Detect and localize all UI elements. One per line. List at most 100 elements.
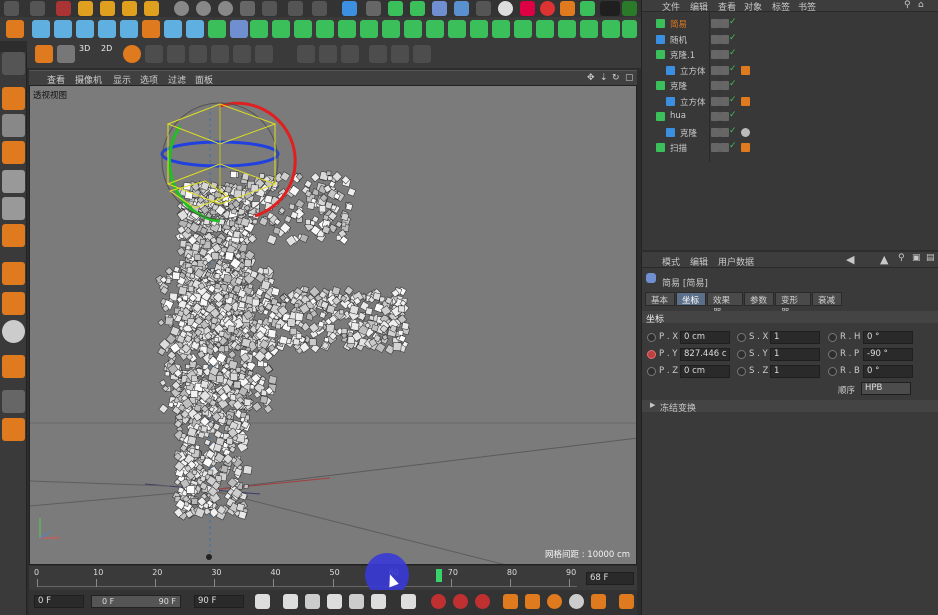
autokey-icon[interactable] bbox=[453, 594, 468, 609]
sx-keyframe-radio[interactable] bbox=[737, 333, 746, 342]
home-icon[interactable]: ⌂ bbox=[918, 0, 924, 10]
effector-sound-icon[interactable] bbox=[338, 20, 356, 38]
enabled-check-icon[interactable]: ✓ bbox=[729, 95, 738, 105]
render-view-icon[interactable] bbox=[262, 1, 277, 16]
pz-field[interactable]: 0 cm bbox=[680, 365, 730, 378]
visibility-toggle-icon[interactable] bbox=[711, 50, 720, 59]
plugin-icon[interactable] bbox=[580, 1, 595, 16]
render-toggle-icon[interactable] bbox=[720, 19, 729, 28]
attr-tab[interactable]: 衰减 bbox=[812, 292, 842, 306]
render-picture-icon[interactable] bbox=[288, 1, 303, 16]
visibility-toggle-icon[interactable] bbox=[711, 112, 720, 121]
attr-tab[interactable]: 坐标 bbox=[676, 292, 706, 306]
workplane-icon[interactable] bbox=[2, 141, 25, 164]
snap-2d-label[interactable]: 2D bbox=[101, 44, 112, 53]
timeline-ruler[interactable]: 0102030405060708090 68 F bbox=[29, 553, 637, 597]
solo-mode-icon[interactable] bbox=[2, 320, 25, 343]
key-point-level-icon[interactable] bbox=[591, 594, 606, 609]
tweak-mode-icon[interactable] bbox=[2, 292, 25, 315]
tp-plugin-icon[interactable] bbox=[622, 1, 637, 16]
attr-menu-user-data[interactable]: 用户数据 bbox=[718, 255, 754, 268]
undo-icon[interactable] bbox=[4, 1, 19, 16]
snap-option-11-icon[interactable] bbox=[391, 45, 409, 63]
effector-volume-icon[interactable] bbox=[382, 20, 400, 38]
snap-option-12-icon[interactable] bbox=[413, 45, 431, 63]
enabled-check-icon[interactable]: ✓ bbox=[729, 141, 738, 151]
object-row[interactable]: 简易 ✓ bbox=[642, 16, 938, 31]
enabled-check-icon[interactable]: ✓ bbox=[729, 79, 738, 89]
sy-field[interactable]: 1 bbox=[770, 348, 820, 361]
render-toggle-icon[interactable] bbox=[720, 96, 729, 106]
effector-step-icon[interactable] bbox=[208, 20, 226, 38]
floor-icon[interactable] bbox=[454, 1, 469, 16]
rh-field[interactable]: 0 ° bbox=[863, 331, 913, 344]
magnet-snap-icon[interactable] bbox=[35, 45, 53, 63]
nurbs-icon[interactable] bbox=[388, 1, 403, 16]
move-icon[interactable] bbox=[78, 1, 93, 16]
mograph-voronoi-icon[interactable] bbox=[98, 20, 116, 38]
points-mode-icon[interactable] bbox=[2, 170, 25, 193]
object-row[interactable]: hua ✓ bbox=[642, 109, 938, 124]
enabled-check-icon[interactable]: ✓ bbox=[729, 33, 738, 43]
object-row[interactable]: 扫描 ✓ bbox=[642, 140, 938, 155]
tfd-plugin-icon[interactable] bbox=[600, 1, 620, 16]
key-parameter-icon[interactable] bbox=[569, 594, 584, 609]
mograph-fracture-icon[interactable] bbox=[76, 20, 94, 38]
viewport-rotate-icon[interactable]: ↻ bbox=[612, 73, 620, 83]
effector-formula-icon[interactable] bbox=[272, 20, 290, 38]
enabled-check-icon[interactable]: ✓ bbox=[729, 48, 738, 58]
visibility-toggle-icon[interactable] bbox=[711, 96, 720, 106]
field-torus-icon[interactable] bbox=[514, 20, 532, 38]
rotation-order-dropdown[interactable]: HPB bbox=[861, 382, 911, 395]
sx-field[interactable]: 1 bbox=[770, 331, 820, 344]
effector-shader-icon[interactable] bbox=[164, 20, 182, 38]
previous-frame-icon[interactable] bbox=[305, 594, 320, 609]
start-frame-field[interactable]: 0 F bbox=[34, 595, 84, 608]
render-toggle-icon[interactable] bbox=[720, 112, 729, 121]
timeline-window-icon[interactable] bbox=[619, 594, 634, 609]
edges-mode-icon[interactable] bbox=[2, 197, 25, 220]
object-row[interactable]: 克隆 ✓ bbox=[642, 78, 938, 93]
visibility-toggle-icon[interactable] bbox=[711, 81, 720, 90]
new-window-icon[interactable]: ▤ bbox=[926, 253, 935, 263]
om-menu-edit[interactable]: 编辑 bbox=[690, 0, 708, 13]
z-axis-icon[interactable] bbox=[218, 1, 233, 16]
snap-option-5-icon[interactable] bbox=[233, 45, 251, 63]
object-row[interactable]: 克隆 ✓ bbox=[642, 125, 938, 140]
field-box-icon[interactable] bbox=[448, 20, 466, 38]
mograph-cloner-icon[interactable] bbox=[32, 20, 50, 38]
back-arrow-icon[interactable]: ◀ bbox=[846, 253, 854, 266]
visibility-toggle-icon[interactable] bbox=[711, 143, 720, 152]
viewport-maximize-icon[interactable]: ▢ bbox=[625, 73, 634, 83]
render-toggle-icon[interactable] bbox=[720, 127, 729, 137]
script-icon[interactable] bbox=[560, 1, 575, 16]
object-row[interactable]: 克隆.1 ✓ bbox=[642, 47, 938, 62]
visibility-toggle-icon[interactable] bbox=[711, 34, 720, 44]
attr-tab[interactable]: 效果器 bbox=[707, 292, 743, 318]
snap-3d-label[interactable]: 3D bbox=[79, 44, 90, 53]
end-frame-field[interactable]: 90 F bbox=[194, 595, 244, 608]
rb-field[interactable]: 0 ° bbox=[863, 365, 913, 378]
rp-field[interactable]: -90 ° bbox=[863, 348, 913, 361]
sy-keyframe-radio[interactable] bbox=[737, 350, 746, 359]
lock-workplane-icon[interactable] bbox=[2, 390, 25, 413]
x-axis-icon[interactable] bbox=[174, 1, 189, 16]
object-row[interactable]: 立方体 ✓ bbox=[642, 94, 938, 109]
rb-keyframe-radio[interactable] bbox=[828, 367, 837, 376]
snap-option-8-icon[interactable] bbox=[319, 45, 337, 63]
key-rotation-icon[interactable] bbox=[547, 594, 562, 609]
field-shader-icon[interactable] bbox=[580, 20, 598, 38]
spline-icon[interactable] bbox=[366, 1, 381, 16]
py-keyframe-radio[interactable] bbox=[647, 350, 656, 359]
render-toggle-icon[interactable] bbox=[720, 143, 729, 152]
om-menu-file[interactable]: 文件 bbox=[662, 0, 680, 13]
snap-option-3-icon[interactable] bbox=[189, 45, 207, 63]
texture-mode-icon[interactable] bbox=[2, 114, 25, 137]
pause-icon[interactable] bbox=[327, 594, 342, 609]
material-tag-icon[interactable] bbox=[741, 143, 750, 152]
sz-field[interactable]: 1 bbox=[770, 365, 820, 378]
particles-icon[interactable] bbox=[520, 1, 535, 16]
material-tag-icon[interactable] bbox=[741, 65, 750, 75]
snap-icon[interactable] bbox=[6, 20, 24, 38]
lock-icon[interactable]: ▣ bbox=[912, 253, 921, 263]
